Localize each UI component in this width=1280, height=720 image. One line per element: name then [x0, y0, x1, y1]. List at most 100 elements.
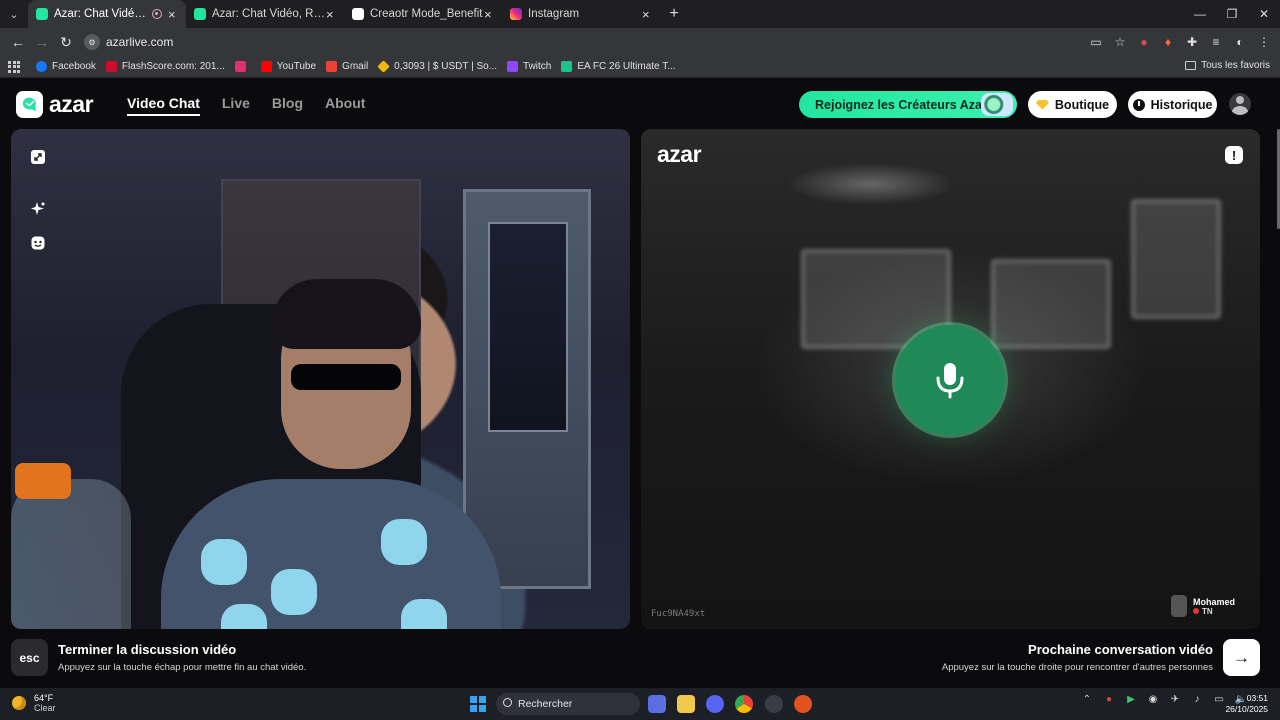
tray-play-icon[interactable]: ▶ [1124, 694, 1138, 705]
bookmark-youtube[interactable]: YouTube [260, 61, 316, 72]
tab-search-chevron-icon[interactable]: ⌄ [0, 0, 28, 28]
app-icon[interactable] [765, 695, 783, 713]
system-tray: ⌃ ● ▶ ◉ ✈ ♪ ▭ 🔈 [1080, 694, 1248, 705]
next-chat-button[interactable]: → [1223, 639, 1260, 676]
back-icon[interactable]: ← [6, 30, 30, 54]
esc-key-button[interactable]: esc [11, 639, 48, 676]
clock-icon [1132, 98, 1145, 111]
cast-icon[interactable]: ▭ [1086, 30, 1106, 54]
nav-about[interactable]: About [325, 95, 365, 111]
all-bookmarks[interactable]: Tous les favoris [1185, 60, 1270, 71]
bookmark-twitch[interactable]: Twitch [507, 61, 551, 72]
azar-favicon-icon [194, 8, 206, 20]
discord-icon[interactable] [706, 695, 724, 713]
tray-chevron-icon[interactable]: ⌃ [1080, 694, 1094, 705]
history-button[interactable]: Historique [1128, 91, 1217, 118]
taskbar-clock[interactable]: 03:51 26/10/2025 [1225, 693, 1268, 715]
browser-tab-1[interactable]: Azar: Chat Vidéo, Rencontrer... × [28, 0, 186, 28]
apps-grid-icon[interactable] [8, 60, 22, 73]
bookmark-gmail[interactable]: Gmail [326, 61, 368, 72]
gem-icon [1035, 99, 1049, 110]
next-chat-subtitle: Appuyez sur la touche droite pour rencon… [941, 662, 1213, 673]
close-tab-icon[interactable]: × [484, 7, 494, 22]
search-placeholder: Rechercher [518, 698, 573, 710]
profile-icon[interactable]: ◐ [1230, 30, 1250, 54]
tray-mic-icon[interactable]: ♪ [1190, 694, 1204, 705]
microphone-icon [936, 363, 964, 399]
browser-menu-icon[interactable]: ⋮ [1254, 30, 1274, 54]
extension-flame-icon[interactable]: ♦ [1158, 30, 1178, 54]
windows-start-icon[interactable] [470, 696, 486, 712]
tab-title: Azar: Chat Vidéo, Rencontrer... [54, 8, 146, 20]
taskbar-search[interactable]: Rechercher [496, 693, 640, 715]
close-tab-icon[interactable]: × [326, 7, 336, 22]
bookmark-label: Facebook [52, 61, 96, 72]
chrome-icon[interactable] [735, 695, 753, 713]
url-text: azarlive.com [106, 35, 174, 49]
fullscreen-icon[interactable] [28, 147, 48, 167]
bookmark-facebook[interactable]: Facebook [36, 61, 96, 72]
shop-button[interactable]: Boutique [1028, 91, 1117, 118]
window-controls: — ❐ ✕ [1184, 0, 1280, 28]
bookmark-label: FlashScore.com: 201... [121, 61, 225, 72]
tray-steam-icon[interactable]: ◉ [1146, 694, 1160, 705]
url-field[interactable]: ⚙ azarlive.com [84, 34, 173, 50]
binance-icon [377, 60, 390, 73]
clock-date: 26/10/2025 [1225, 704, 1268, 714]
media-controls-icon[interactable]: ≡ [1206, 30, 1226, 54]
bookmark-binance[interactable]: 0,3093 | $ USDT | So... [377, 60, 497, 73]
extension-red-icon[interactable]: ● [1134, 30, 1154, 54]
peer-name: Mohamed [1193, 596, 1236, 607]
browser-tab-2[interactable]: Azar: Chat Vidéo, Rencontrer de... × [186, 0, 344, 28]
azar-logo-icon [16, 91, 43, 118]
app-red-icon[interactable] [794, 695, 812, 713]
tray-display-icon[interactable]: ▭ [1212, 694, 1226, 705]
tunisia-flag-icon [1193, 608, 1199, 614]
new-tab-icon[interactable]: + [660, 0, 688, 28]
browser-tab-3[interactable]: Creaotr Mode_Benefit × [344, 0, 502, 28]
bookmark-instagram[interactable] [234, 61, 251, 72]
user-avatar-icon[interactable] [1229, 93, 1251, 115]
bookmark-flashscore[interactable]: FlashScore.com: 201... [105, 61, 225, 72]
site-info-icon[interactable]: ⚙ [84, 34, 100, 50]
join-creators-button[interactable]: Rejoignez les Créateurs Azar [799, 91, 1017, 118]
effects-sparkle-icon[interactable] [28, 199, 48, 219]
person-sunglasses [291, 364, 401, 390]
address-bar: ← → ↻ ⚙ azarlive.com ▭ ☆ ● ♦ ✚ ≡ ◐ ⋮ [0, 28, 1280, 56]
azar-logo[interactable]: azar [16, 91, 94, 118]
close-tab-icon[interactable]: × [168, 7, 178, 22]
nav-video-chat[interactable]: Video Chat [127, 95, 200, 116]
bookmark-label: EA FC 26 Ultimate T... [577, 61, 676, 72]
weather-condition: Clear [34, 703, 56, 713]
tray-network-icon[interactable]: ✈ [1168, 694, 1182, 705]
bookmark-star-icon[interactable]: ☆ [1110, 30, 1130, 54]
close-tab-icon[interactable]: × [642, 7, 652, 22]
browser-tab-4[interactable]: Instagram × [502, 0, 660, 28]
restore-icon[interactable]: ❐ [1216, 0, 1248, 28]
report-button[interactable]: ! [1225, 146, 1243, 164]
forward-icon[interactable]: → [30, 30, 54, 54]
esc-key-label: esc [19, 650, 40, 665]
nav-blog[interactable]: Blog [272, 95, 303, 111]
close-window-icon[interactable]: ✕ [1248, 0, 1280, 28]
bookmark-eafc[interactable]: EA FC 26 Ultimate T... [561, 61, 676, 72]
facebook-icon [36, 61, 47, 72]
history-label: Historique [1150, 97, 1213, 112]
page-scrollbar[interactable] [1276, 129, 1280, 629]
file-explorer-icon[interactable] [677, 695, 695, 713]
weather-widget[interactable]: 64°F Clear [12, 693, 56, 713]
minimize-icon[interactable]: — [1184, 0, 1216, 28]
arrow-right-icon: → [1233, 647, 1250, 667]
reload-icon[interactable]: ↻ [54, 30, 78, 54]
background-door [463, 189, 591, 589]
nav-live[interactable]: Live [222, 95, 250, 111]
tab-title: Azar: Chat Vidéo, Rencontrer de... [212, 8, 326, 20]
extensions-puzzle-icon[interactable]: ✚ [1182, 30, 1202, 54]
peer-profile[interactable]: Mohamed TN [1171, 595, 1235, 617]
folder-icon [1185, 61, 1197, 70]
instagram-favicon-icon [510, 8, 522, 20]
face-filter-icon[interactable] [28, 233, 48, 253]
search-icon [503, 698, 512, 707]
store-icon[interactable] [648, 695, 666, 713]
tray-app-red-icon[interactable]: ● [1102, 694, 1116, 705]
